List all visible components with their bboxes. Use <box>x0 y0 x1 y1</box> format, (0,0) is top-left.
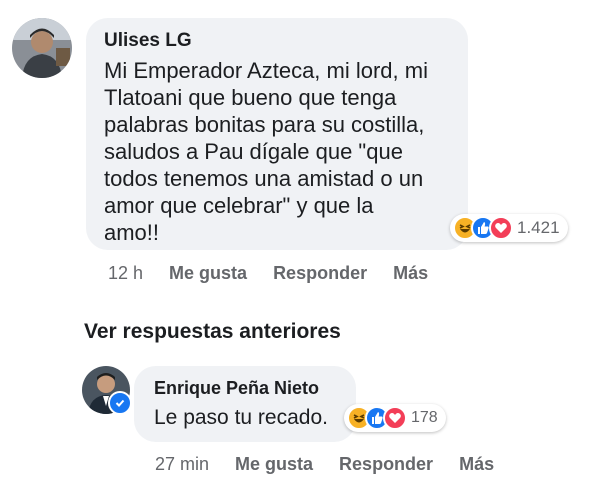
reaction-count: 178 <box>411 409 438 426</box>
reply-bubble-enrique: Enrique Peña Nieto Le paso tu recado. <box>134 366 356 442</box>
comment-bubble-ulises: Ulises LG Mi Emperador Azteca, mi lord, … <box>86 18 468 250</box>
avatar-ulises[interactable] <box>12 18 72 78</box>
comment-text-line: amo!! <box>104 220 160 245</box>
reaction-summary[interactable]: 1.421 <box>450 214 568 242</box>
reply-author[interactable]: Enrique Peña Nieto <box>154 377 336 399</box>
reaction-count: 1.421 <box>517 218 560 237</box>
more-button[interactable]: Más <box>459 454 494 475</box>
comment-time[interactable]: 12 h <box>108 263 143 284</box>
avatar-photo <box>12 18 72 78</box>
comment-text-line: todos tenemos una amistad o un <box>104 166 424 191</box>
reply-button[interactable]: Responder <box>273 263 367 284</box>
comment-text-line: Mi Emperador Azteca, mi lord, mi <box>104 58 428 83</box>
verified-badge-icon <box>108 391 132 415</box>
more-button[interactable]: Más <box>393 263 428 284</box>
comment-author[interactable]: Ulises LG <box>104 30 450 52</box>
comment-text-line: palabras bonitas para su costilla, <box>104 112 425 137</box>
love-icon <box>383 406 407 430</box>
comment-text: Mi Emperador Azteca, mi lord, mi Tlatoan… <box>104 57 450 246</box>
comment-actions: 12 h Me gusta Responder Más <box>108 263 428 284</box>
like-button[interactable]: Me gusta <box>169 263 247 284</box>
reply-text: Le paso tu recado. <box>154 406 328 429</box>
love-icon <box>489 216 513 240</box>
reply-reaction-summary[interactable]: 178 <box>344 404 446 432</box>
reply-button[interactable]: Responder <box>339 454 433 475</box>
reply-time[interactable]: 27 min <box>155 454 209 475</box>
see-previous-replies-link[interactable]: Ver respuestas anteriores <box>84 320 341 344</box>
reply-actions: 27 min Me gusta Responder Más <box>155 454 494 475</box>
comment-text-line: saludos a Pau dígale que "que <box>104 139 403 164</box>
like-button[interactable]: Me gusta <box>235 454 313 475</box>
comment-text-line: Tlatoani que bueno que tenga <box>104 85 397 110</box>
comment-text-line: amor que celebrar" y que la <box>104 193 374 218</box>
